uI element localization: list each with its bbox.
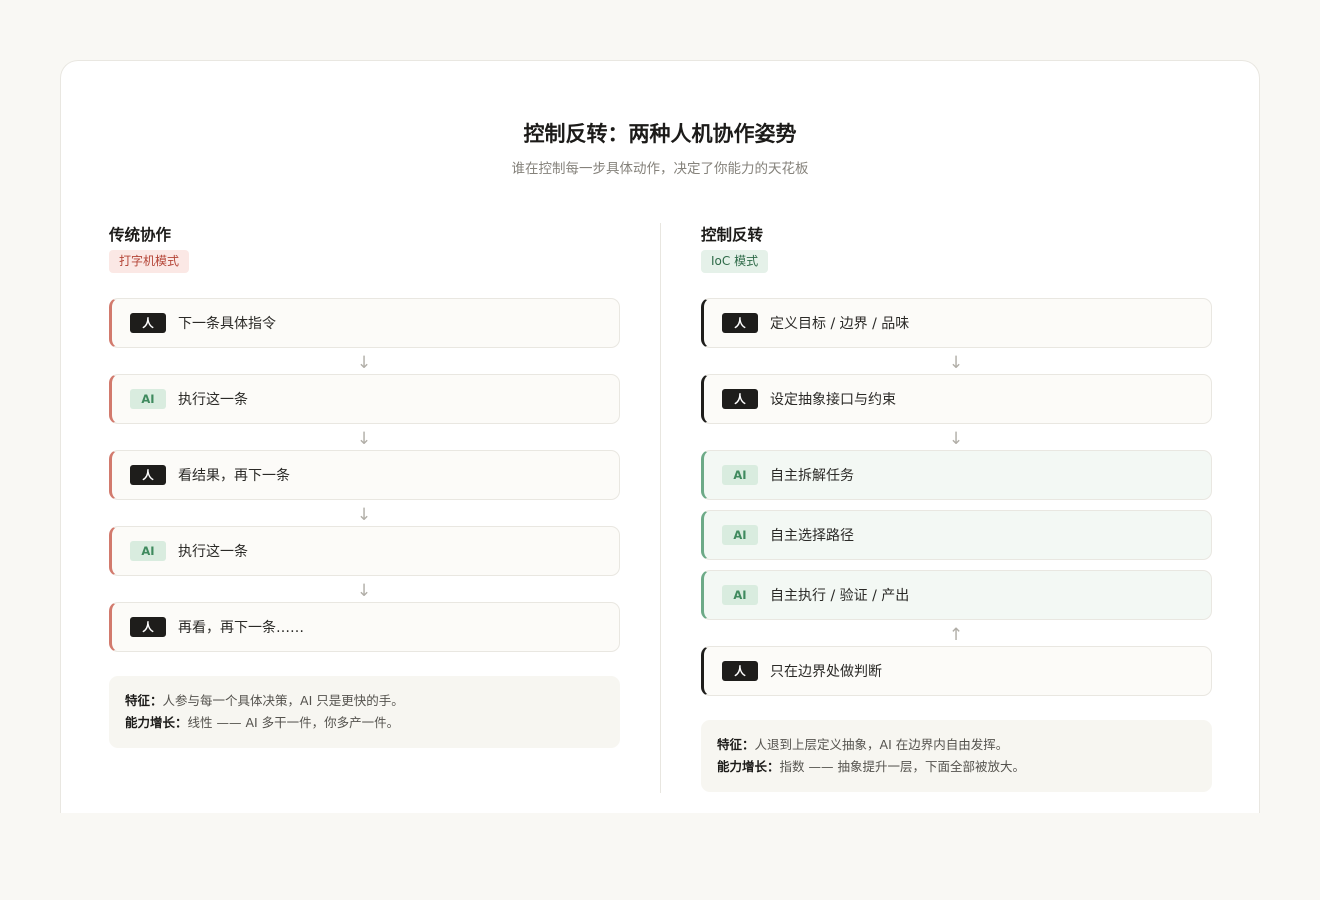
growth-text: 指数 —— 抽象提升一层，下面全部被放大。	[779, 759, 1025, 774]
feature-text: 人参与每一个具体决策，AI 只是更快的手。	[162, 693, 404, 708]
typewriter-mode-tag: 打字机模式	[109, 250, 190, 273]
step-text: 下一条具体指令	[178, 316, 276, 332]
ioc-summary-note: 特征：人退到上层定义抽象，AI 在边界内自由发挥。 能力增长：指数 —— 抽象提…	[701, 720, 1212, 792]
traditional-step: AI 执行这一条	[109, 526, 620, 576]
ai-chip: AI	[130, 389, 166, 409]
feature-line: 特征：人参与每一个具体决策，AI 只是更快的手。	[125, 690, 604, 712]
step-text: 看结果，再下一条	[178, 468, 290, 484]
feature-text: 人退到上层定义抽象，AI 在边界内自由发挥。	[754, 737, 1009, 752]
human-chip: 人	[722, 661, 758, 681]
page-title: 控制反转：两种人机协作姿势	[523, 122, 797, 146]
human-chip: 人	[722, 313, 758, 333]
step-text: 自主执行 / 验证 / 产出	[770, 588, 910, 604]
human-chip: 人	[130, 465, 166, 485]
traditional-step: 人 看结果，再下一条	[109, 450, 620, 500]
traditional-heading: 传统协作	[109, 226, 172, 244]
growth-text: 线性 —— AI 多干一件，你多产一件。	[187, 715, 400, 730]
step-text: 定义目标 / 边界 / 品味	[770, 316, 910, 332]
step-text: 设定抽象接口与约束	[770, 392, 896, 408]
growth-label: 能力增长：	[125, 715, 188, 730]
ioc-step: AI 自主拆解任务	[701, 450, 1212, 500]
traditional-step: 人 再看，再下一条……	[109, 602, 620, 652]
feature-label: 特征：	[125, 693, 163, 708]
traditional-step: 人 下一条具体指令	[109, 298, 620, 348]
ai-chip: AI	[722, 585, 758, 605]
feature-label: 特征：	[717, 737, 755, 752]
human-chip: 人	[130, 313, 166, 333]
ioc-mode-tag: IoC 模式	[701, 250, 769, 273]
ioc-step: AI 自主执行 / 验证 / 产出	[701, 570, 1212, 620]
ioc-step: AI 自主选择路径	[701, 510, 1212, 560]
down-arrow-icon: ↓	[356, 505, 372, 525]
ioc-step: 人 只在边界处做判断	[701, 646, 1212, 696]
page-subtitle: 谁在控制每一步具体动作，决定了你能力的天花板	[511, 161, 809, 177]
growth-line: 能力增长：指数 —— 抽象提升一层，下面全部被放大。	[717, 756, 1196, 778]
ai-chip: AI	[130, 541, 166, 561]
down-arrow-icon: ↓	[356, 353, 372, 373]
step-text: 执行这一条	[178, 392, 248, 408]
traditional-step: AI 执行这一条	[109, 374, 620, 424]
step-text: 再看，再下一条……	[178, 620, 304, 636]
human-chip: 人	[722, 389, 758, 409]
ai-chip: AI	[722, 465, 758, 485]
down-arrow-icon: ↓	[356, 581, 372, 601]
ioc-step: 人 设定抽象接口与约束	[701, 374, 1212, 424]
column-divider	[660, 223, 661, 793]
step-text: 自主选择路径	[770, 528, 854, 544]
down-arrow-icon: ↓	[948, 429, 964, 449]
diagram-card: 控制反转：两种人机协作姿势 谁在控制每一步具体动作，决定了你能力的天花板 传统协…	[60, 60, 1260, 813]
growth-label: 能力增长：	[717, 759, 780, 774]
step-text: 自主拆解任务	[770, 468, 854, 484]
ioc-step: 人 定义目标 / 边界 / 品味	[701, 298, 1212, 348]
step-text: 执行这一条	[178, 544, 248, 560]
down-arrow-icon: ↓	[948, 353, 964, 373]
ai-chip: AI	[722, 525, 758, 545]
down-arrow-icon: ↓	[356, 429, 372, 449]
growth-line: 能力增长：线性 —— AI 多干一件，你多产一件。	[125, 712, 604, 734]
up-arrow-icon: ↑	[948, 625, 964, 645]
step-text: 只在边界处做判断	[770, 664, 882, 680]
ioc-heading: 控制反转	[701, 226, 764, 244]
feature-line: 特征：人退到上层定义抽象，AI 在边界内自由发挥。	[717, 734, 1196, 756]
traditional-summary-note: 特征：人参与每一个具体决策，AI 只是更快的手。 能力增长：线性 —— AI 多…	[109, 676, 620, 748]
human-chip: 人	[130, 617, 166, 637]
